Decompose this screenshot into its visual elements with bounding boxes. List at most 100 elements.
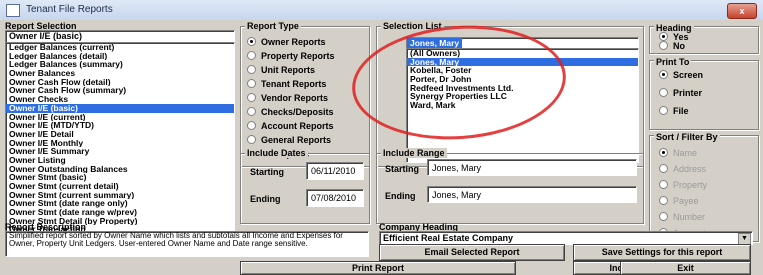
report-list-item[interactable]: Owner I/E (basic) [6, 103, 234, 113]
save-settings-button[interactable]: Save Settings for this report [573, 244, 751, 261]
radio-label: Checks/Deposits [261, 107, 334, 117]
exit-button[interactable]: Exit [620, 261, 751, 275]
report-list-item[interactable]: Owner I/E Summary [6, 147, 234, 156]
report-type-vendor-reports[interactable]: Vendor Reports [247, 92, 328, 104]
range-end-label: Ending [385, 191, 416, 201]
close-button[interactable]: x [727, 3, 757, 19]
selection-list-label: Selection List [381, 21, 444, 31]
report-type-general-reports[interactable]: General Reports [247, 134, 331, 146]
selection-list-item[interactable]: Kobella, Foster [407, 66, 638, 75]
title-bar: Tenant File Reports x [0, 0, 763, 21]
start-date-input[interactable]: 06/11/2010 [306, 162, 364, 180]
selection-list-item[interactable]: (All Owners) [407, 49, 638, 58]
radio-label: Account Reports [261, 121, 334, 131]
heading-no[interactable]: No [659, 40, 685, 52]
app-icon [6, 4, 20, 17]
report-list-item[interactable]: Owner I/E (current) [6, 113, 234, 122]
end-date-label: Ending [250, 194, 281, 204]
report-list-item[interactable]: Ledger Balances (current) [6, 43, 234, 52]
include-range-label: Include Range [381, 148, 447, 158]
radio-label: Printer [673, 88, 703, 98]
report-list-item[interactable]: Owner Checks [6, 95, 234, 104]
radio-label: Name [673, 148, 698, 158]
report-list-item[interactable]: Owner I/E Detail [6, 130, 234, 139]
report-description-box: Simplified report sorted by Owner Name w… [5, 231, 369, 257]
report-list-item[interactable]: Owner Stmt (current summary) [6, 191, 234, 200]
selection-list-item[interactable]: Jones, Mary [407, 57, 638, 67]
report-type-account-reports[interactable]: Account Reports [247, 120, 334, 132]
report-type-unit-reports[interactable]: Unit Reports [247, 64, 315, 76]
print-report-button[interactable]: Print Report [240, 261, 516, 275]
radio-icon [659, 70, 668, 80]
radio-icon [659, 106, 668, 116]
report-type-tenant-reports[interactable]: Tenant Reports [247, 78, 326, 90]
start-date-label: Starting [250, 167, 285, 177]
include-dates-label: Include Dates [245, 148, 308, 158]
company-heading-combo[interactable]: Efficient Real Estate Company ▼ [379, 231, 753, 245]
radio-icon [247, 107, 256, 117]
report-list-item[interactable]: Owner I/E Monthly [6, 139, 234, 148]
report-list-item[interactable]: Owner Stmt (current detail) [6, 182, 234, 191]
radio-icon [247, 51, 256, 61]
selection-list-item[interactable]: Porter, Dr John [407, 75, 638, 84]
radio-icon [247, 121, 256, 131]
sort-by-address[interactable]: Address [659, 163, 706, 175]
email-selected-report-button[interactable]: Email Selected Report [379, 244, 565, 261]
window-title: Tenant File Reports [26, 4, 113, 15]
report-type-label: Report Type [245, 21, 301, 31]
radio-label: Property Reports [261, 51, 335, 61]
report-list-item[interactable]: Owner Cash Flow (detail) [6, 78, 234, 87]
report-list-item[interactable]: Owner Stmt (date range only) [6, 199, 234, 208]
range-end-input[interactable]: Jones, Mary [427, 186, 637, 203]
print-to-file[interactable]: File [659, 105, 689, 117]
sort-by-payee[interactable]: Payee [659, 195, 699, 207]
report-selection-list[interactable]: Ledger Balances (current) Ledger Balances… [5, 42, 235, 244]
sort-by-property[interactable]: Property [659, 179, 707, 191]
radio-icon [659, 196, 668, 206]
report-list-item[interactable]: Ledger Balances (summary) [6, 60, 234, 69]
sort-by-number[interactable]: Number [659, 211, 705, 223]
radio-icon [247, 65, 256, 75]
range-start-label: Starting [385, 164, 420, 174]
print-to-printer[interactable]: Printer [659, 87, 702, 99]
radio-label: Number [673, 212, 706, 222]
dialog-body: Report Selection Owner I/E (basic) Ledge… [0, 18, 763, 275]
selection-list-item[interactable]: Ward, Mark [407, 101, 638, 110]
report-list-item[interactable]: Owner Cash Flow (summary) [6, 86, 234, 95]
radio-icon [659, 88, 668, 98]
report-list-item[interactable]: Ledger Balances (detail) [6, 52, 234, 61]
radio-label: Tenant Reports [261, 79, 327, 89]
radio-icon [659, 41, 668, 51]
report-type-checks-deposits[interactable]: Checks/Deposits [247, 106, 334, 118]
report-list-item[interactable]: Owner Balances [6, 69, 234, 78]
radio-label: No [673, 41, 685, 51]
range-start-input[interactable]: Jones, Mary [427, 159, 637, 176]
selection-list-item[interactable]: Synergy Properties LLC [407, 92, 638, 101]
radio-label: Payee [673, 196, 699, 206]
report-list-item[interactable]: Owner Stmt (basic) [6, 173, 234, 182]
report-list-item[interactable]: Owner Stmt (date range w/prev) [6, 208, 234, 217]
selection-list-item[interactable]: Redfeed Investments Ltd. [407, 84, 638, 93]
radio-icon [659, 164, 668, 174]
sort-by-name[interactable]: Name [659, 147, 697, 159]
report-selection-value: Owner I/E (basic) [9, 31, 83, 41]
radio-icon [247, 135, 256, 145]
radio-icon [247, 93, 256, 103]
radio-icon [659, 180, 668, 190]
radio-label: Property [673, 180, 708, 190]
selection-list-box[interactable]: (All Owners) Jones, Mary Kobella, Foster Po… [406, 48, 639, 163]
company-heading-value: Efficient Real Estate Company [383, 233, 514, 243]
report-list-item[interactable]: Owner I/E (MTD/YTD) [6, 121, 234, 130]
report-list-item[interactable]: Owner Outstanding Balances [6, 165, 234, 174]
radio-label: File [673, 106, 689, 116]
report-type-owner-reports[interactable]: Owner Reports [247, 36, 326, 48]
radio-label: Unit Reports [261, 65, 315, 75]
sort-filter-label: Sort / Filter By [654, 132, 720, 142]
report-list-item[interactable]: Owner Listing [6, 156, 234, 165]
radio-label: Screen [673, 70, 704, 80]
print-to-screen[interactable]: Screen [659, 69, 703, 81]
selection-list-top-value: Jones, Mary [407, 38, 463, 48]
end-date-input[interactable]: 07/08/2010 [306, 189, 364, 207]
radio-icon [247, 37, 256, 47]
report-type-property-reports[interactable]: Property Reports [247, 50, 335, 62]
